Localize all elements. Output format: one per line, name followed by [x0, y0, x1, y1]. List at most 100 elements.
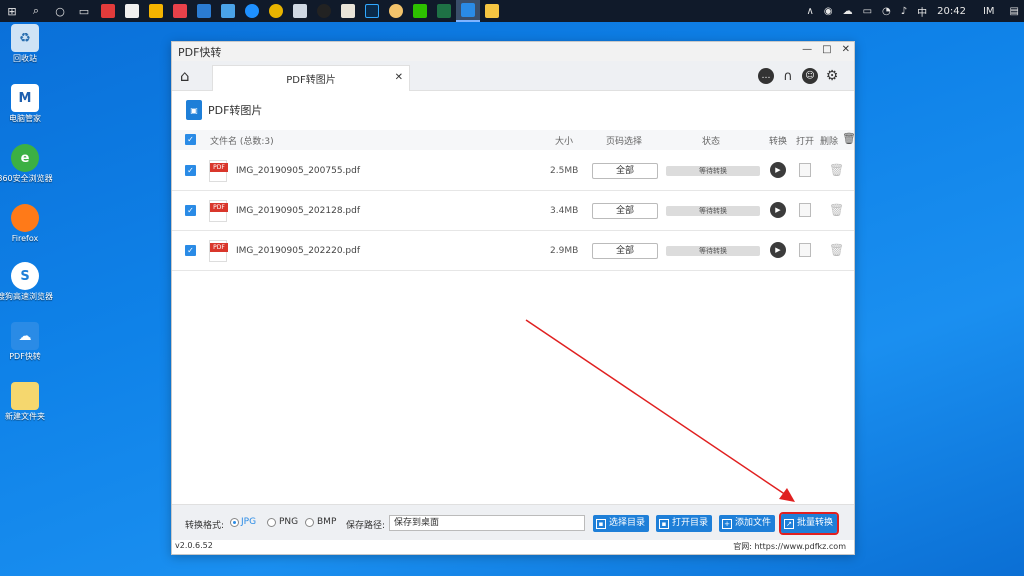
file-size: 3.4MB	[550, 206, 579, 216]
choose-dir-button[interactable]: ▪ 选择目录	[593, 515, 650, 532]
table-row[interactable]: ✓ IMG_20190905_202128.pdf 3.4MB 全部 等待转换 …	[172, 191, 854, 231]
col-header-pages: 页码选择	[606, 137, 643, 147]
page-select-button[interactable]: 全部	[592, 243, 658, 259]
excel-icon[interactable]	[432, 0, 456, 22]
battery-icon[interactable]: ▭	[863, 6, 872, 17]
open-file-icon[interactable]	[799, 243, 811, 257]
section-title: PDF转图片	[208, 104, 263, 117]
batch-convert-button[interactable]: ↗ 批量转换	[778, 512, 840, 535]
desktop-icon-sogou-browser[interactable]: S 搜狗高速浏览器	[0, 262, 53, 302]
radio-jpg-label[interactable]: JPG	[241, 517, 256, 527]
radio-png-label[interactable]: PNG	[279, 517, 298, 527]
system-tray: ∧ ◉ ☁ ▭ ◔ ♪ 中 20:42 IM ▤	[802, 0, 1024, 22]
chrome-icon[interactable]	[264, 0, 288, 22]
delete-all-icon[interactable]: 🗑	[842, 132, 856, 145]
search-icon[interactable]: ⌕	[24, 0, 48, 22]
maximize-icon[interactable]: □	[822, 44, 831, 55]
plus-icon: +	[722, 518, 732, 529]
ime-indicator[interactable]: 中	[917, 4, 927, 19]
version-text: v2.0.6.52	[175, 541, 213, 550]
status-badge: 等待转换	[666, 206, 760, 216]
file-table-header: ✓ 文件名 (总数:3) 大小 页码选择 状态 转换 打开 删除 🗑	[172, 130, 856, 150]
pdfkz-taskbar-icon[interactable]	[456, 0, 480, 22]
convert-play-icon[interactable]: ▶	[770, 242, 786, 258]
taskbar-app-icon[interactable]	[288, 0, 312, 22]
minimize-icon[interactable]: —	[802, 44, 812, 55]
recycle-bin-icon: ♻	[11, 24, 39, 52]
window-controls: — □ ✕	[802, 44, 850, 55]
radio-bmp-label[interactable]: BMP	[317, 517, 336, 527]
website-text[interactable]: 官网: https://www.pdfkz.com	[733, 541, 846, 552]
taskbar-app-icon[interactable]	[192, 0, 216, 22]
home-icon[interactable]: ⌂	[180, 67, 198, 85]
open-file-icon[interactable]	[799, 203, 811, 217]
wechat-icon[interactable]	[408, 0, 432, 22]
save-path-input[interactable]: 保存到桌面	[389, 515, 585, 531]
close-icon[interactable]: ✕	[842, 44, 850, 55]
select-all-checkbox[interactable]: ✓	[185, 134, 196, 145]
tray-icon[interactable]: ◉	[824, 6, 833, 17]
task-view-icon[interactable]: ▭	[72, 0, 96, 22]
radio-bmp[interactable]	[305, 518, 314, 527]
desktop-icon-pc-manager[interactable]: M 电脑管家	[0, 84, 53, 124]
windows-start-icon[interactable]: ⊞	[0, 0, 24, 22]
desktop-icon-pdfkz[interactable]: ☁ PDF快转	[0, 322, 53, 362]
taskbar-app-icon[interactable]	[168, 0, 192, 22]
headset-icon[interactable]: ∩	[780, 68, 796, 84]
desktop-icon-recycle-bin[interactable]: ♻ 回收站	[0, 24, 53, 64]
row-checkbox[interactable]: ✓	[185, 205, 196, 216]
qq-icon[interactable]	[312, 0, 336, 22]
window-title: PDF快转	[178, 45, 222, 59]
col-header-size: 大小	[555, 137, 574, 147]
convert-play-icon[interactable]: ▶	[770, 162, 786, 178]
open-dir-button[interactable]: ▪ 打开目录	[656, 515, 713, 532]
cortana-icon[interactable]: ○	[48, 0, 72, 22]
taskbar-app-icon[interactable]	[384, 0, 408, 22]
window-titlebar[interactable]: PDF快转 — □ ✕	[172, 42, 854, 61]
taskbar-app-icon[interactable]	[336, 0, 360, 22]
table-row[interactable]: ✓ IMG_20190905_202220.pdf 2.9MB 全部 等待转换 …	[172, 231, 854, 271]
tab-pdf-to-image[interactable]: PDF转图片 ✕	[212, 65, 410, 91]
page-select-button[interactable]: 全部	[592, 203, 658, 219]
volume-icon[interactable]: ♪	[901, 6, 907, 17]
desktop-icon-360-browser[interactable]: e 360安全浏览器	[0, 144, 53, 184]
delete-row-icon[interactable]: 🗑	[829, 163, 844, 177]
taskbar-app-icon[interactable]	[120, 0, 144, 22]
col-header-delete: 删除	[820, 137, 839, 147]
cloud-icon[interactable]: ☁	[843, 6, 853, 17]
taskbar-app-icon[interactable]	[96, 0, 120, 22]
row-checkbox[interactable]: ✓	[185, 165, 196, 176]
add-file-label: 添加文件	[735, 518, 772, 528]
convert-play-icon[interactable]: ▶	[770, 202, 786, 218]
clock[interactable]: 20:42	[937, 6, 966, 17]
photoshop-icon[interactable]	[360, 0, 384, 22]
tray-app-icon[interactable]: IM	[983, 6, 995, 17]
desktop-icon-new-folder[interactable]: 新建文件夹	[0, 382, 53, 422]
add-file-button[interactable]: + 添加文件	[719, 515, 776, 532]
taskbar-app-icon[interactable]	[144, 0, 168, 22]
network-icon[interactable]: ◔	[882, 6, 891, 17]
pdf-to-image-icon: ▣	[186, 100, 202, 120]
page-select-button[interactable]: 全部	[592, 163, 658, 179]
taskbar-app-icon[interactable]	[216, 0, 240, 22]
edge-icon[interactable]	[240, 0, 264, 22]
desktop-icon-firefox[interactable]: Firefox	[0, 204, 53, 244]
radio-jpg[interactable]	[230, 518, 239, 527]
status-badge: 等待转换	[666, 166, 760, 176]
delete-row-icon[interactable]: 🗑	[829, 243, 844, 257]
pdfkz-app-icon: ☁	[11, 322, 39, 350]
delete-row-icon[interactable]: 🗑	[829, 203, 844, 217]
col-header-status: 状态	[702, 137, 721, 147]
file-explorer-icon[interactable]	[480, 0, 504, 22]
chevron-up-icon[interactable]: ∧	[807, 6, 814, 17]
bottom-toolbar: 转换格式: JPG PNG BMP 保存路径: 保存到桌面 ▪ 选择目录 ▪ 打…	[172, 504, 854, 540]
gear-icon[interactable]: ⚙	[824, 68, 840, 84]
chat-icon[interactable]: …	[758, 68, 774, 84]
row-checkbox[interactable]: ✓	[185, 245, 196, 256]
open-file-icon[interactable]	[799, 163, 811, 177]
notification-icon[interactable]: ▤	[1010, 6, 1019, 17]
tab-close-icon[interactable]: ✕	[395, 72, 403, 83]
table-row[interactable]: ✓ IMG_20190905_200755.pdf 2.5MB 全部 等待转换 …	[172, 151, 854, 191]
user-icon[interactable]: ☺	[802, 68, 818, 84]
radio-png[interactable]	[267, 518, 276, 527]
